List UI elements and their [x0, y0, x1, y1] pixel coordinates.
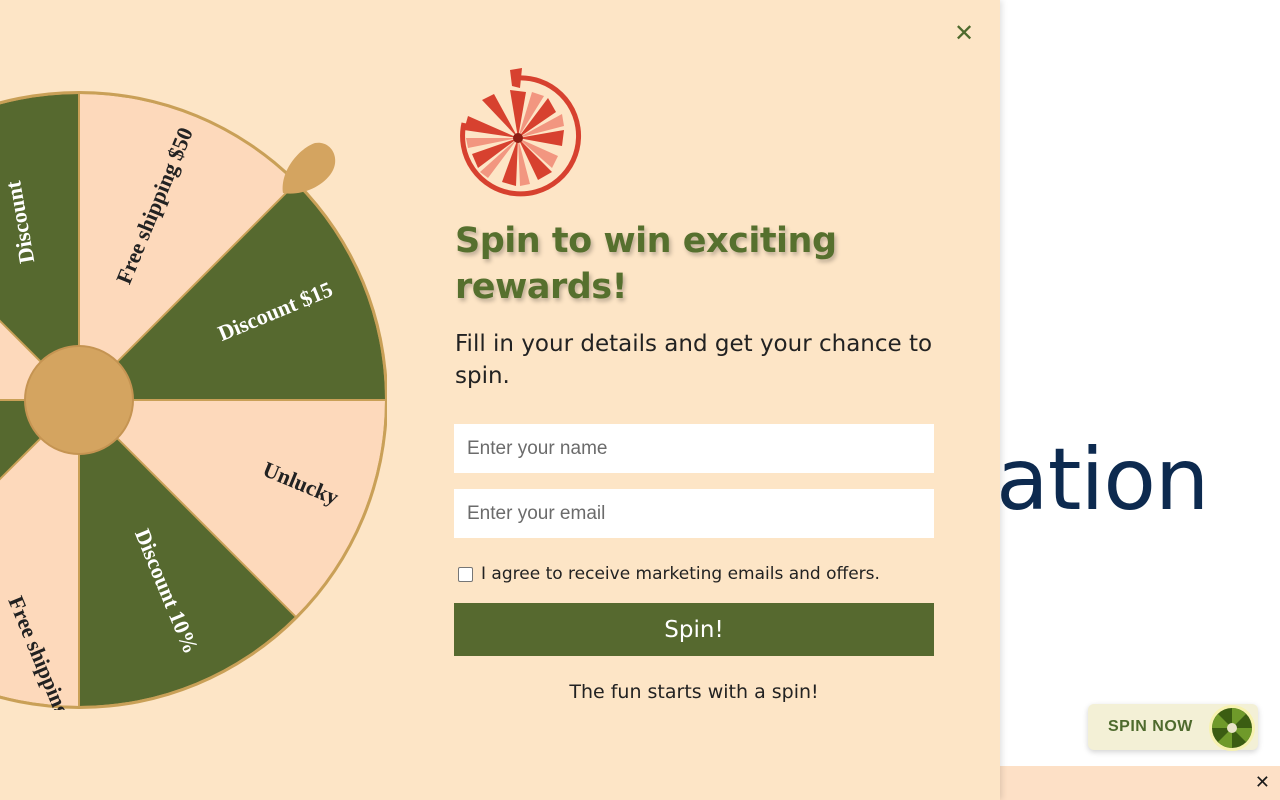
wheel-hub	[24, 345, 134, 455]
popup-subhead: Fill in your details and get your chance…	[455, 331, 933, 389]
wheel-pointer	[282, 142, 336, 194]
email-input[interactable]	[454, 489, 934, 538]
bottom-bar-close-icon[interactable]: ✕	[1255, 772, 1270, 793]
consent-checkbox[interactable]	[458, 566, 473, 582]
name-input[interactable]	[454, 424, 934, 473]
spin-now-button[interactable]: SPIN NOW	[1088, 704, 1258, 751]
spin-button[interactable]: Spin!	[454, 603, 934, 656]
consent-row: I agree to receive marketing emails and …	[458, 563, 880, 585]
footer-note: The fun starts with a spin!	[569, 681, 819, 703]
spin-now-label: SPIN NOW	[1108, 718, 1193, 735]
popup-headline: Spin to win exciting rewards!	[455, 221, 837, 307]
consent-label: I agree to receive marketing emails and …	[481, 564, 880, 584]
spin-wheel-logo-icon	[460, 68, 582, 197]
bottom-bar: ✕	[1000, 766, 1280, 800]
background-heading-fragment: ation	[996, 430, 1209, 530]
spin-popup: Free shipping $50 Discount $15 Unlucky D…	[0, 0, 1000, 800]
prize-wheel: Free shipping $50 Discount $15 Unlucky D…	[0, 91, 387, 710]
mini-wheel-icon	[1209, 705, 1255, 751]
close-icon[interactable]: ✕	[950, 20, 978, 48]
